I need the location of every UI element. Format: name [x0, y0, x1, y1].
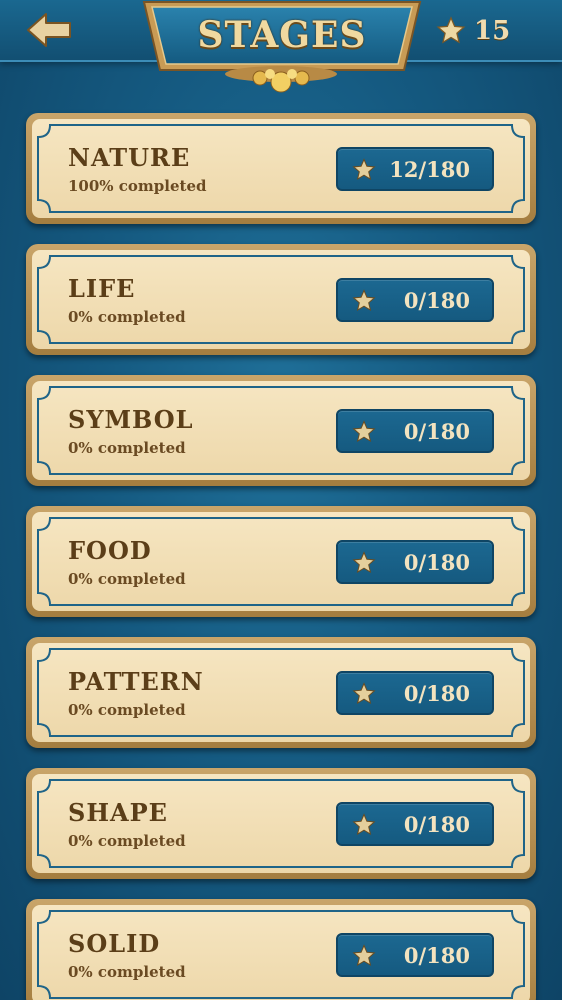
stage-progress: 0% completed [68, 308, 186, 326]
star-icon [352, 420, 376, 443]
stage-star-badge: 0/180 [336, 278, 494, 322]
stage-star-badge: 0/180 [336, 671, 494, 715]
star-total-value: 15 [474, 16, 511, 46]
stage-star-badge: 0/180 [336, 540, 494, 584]
stage-name: SOLID [68, 929, 161, 958]
stage-star-count: 0/180 [403, 681, 470, 706]
stage-card-pattern[interactable]: PATTERN 0% completed 0/180 [26, 637, 536, 748]
stage-name: PATTERN [68, 667, 204, 696]
star-total: 15 [436, 14, 510, 48]
stage-name: FOOD [68, 536, 152, 565]
stage-progress: 0% completed [68, 701, 186, 719]
stage-name: NATURE [68, 143, 191, 172]
stage-name: SYMBOL [68, 405, 194, 434]
stage-star-count: 0/180 [403, 288, 470, 313]
title-plate: STAGES [142, 0, 422, 74]
stage-progress: 0% completed [68, 439, 186, 457]
stage-name: SHAPE [68, 798, 168, 827]
title-ornament-icon [225, 66, 337, 93]
stage-card-solid[interactable]: SOLID 0% completed 0/180 [26, 899, 536, 1000]
arrow-left-icon [27, 13, 71, 47]
stage-card-shape[interactable]: SHAPE 0% completed 0/180 [26, 768, 536, 879]
stage-name: LIFE [68, 274, 136, 303]
stage-star-badge: 0/180 [336, 409, 494, 453]
stage-progress: 0% completed [68, 570, 186, 588]
page-title: STAGES [197, 14, 367, 56]
stage-progress: 0% completed [68, 963, 186, 981]
stage-star-count: 0/180 [403, 419, 470, 444]
top-bar: STAGES 15 [0, 0, 562, 93]
stage-star-count: 0/180 [403, 812, 470, 837]
stage-progress: 100% completed [68, 177, 207, 195]
stage-star-badge: 0/180 [336, 933, 494, 977]
stage-card-life[interactable]: LIFE 0% completed 0/180 [26, 244, 536, 355]
stage-progress: 0% completed [68, 832, 186, 850]
stage-star-badge: 12/180 [336, 147, 494, 191]
stage-star-badge: 0/180 [336, 802, 494, 846]
star-icon [436, 16, 466, 44]
star-icon [352, 944, 376, 967]
star-icon [352, 813, 376, 836]
stage-star-count: 0/180 [403, 550, 470, 575]
stage-card-food[interactable]: FOOD 0% completed 0/180 [26, 506, 536, 617]
star-icon [352, 158, 376, 181]
stage-list: NATURE 100% completed 12/180 LIFE 0% complet… [0, 0, 562, 1000]
back-button[interactable] [26, 10, 74, 50]
star-icon [352, 551, 376, 574]
star-icon [352, 682, 376, 705]
stage-card-nature[interactable]: NATURE 100% completed 12/180 [26, 113, 536, 224]
stage-card-symbol[interactable]: SYMBOL 0% completed 0/180 [26, 375, 536, 486]
stage-star-count: 12/180 [389, 157, 470, 182]
star-icon [352, 289, 376, 312]
stage-star-count: 0/180 [403, 943, 470, 968]
